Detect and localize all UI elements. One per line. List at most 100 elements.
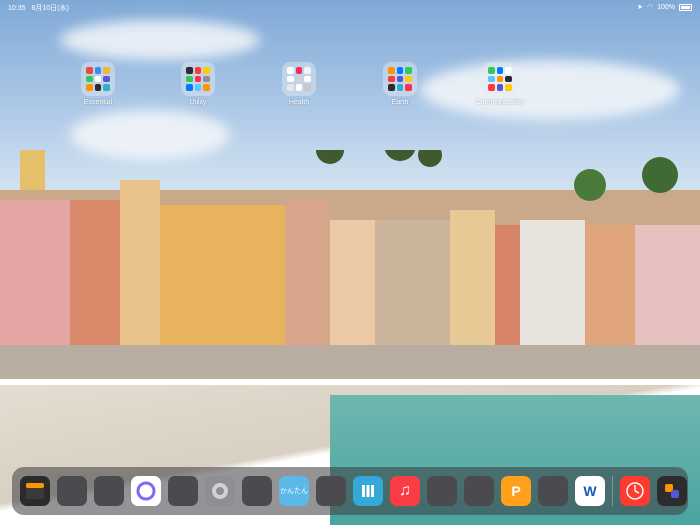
wifi-icon: ◠ <box>646 4 654 11</box>
folder-app-tile <box>396 84 404 91</box>
folder-app-tile <box>496 75 504 83</box>
folder-essential[interactable]: Essential <box>68 62 128 106</box>
folder-app-tile <box>405 75 412 83</box>
books-icon <box>362 485 374 497</box>
calendar-icon <box>26 483 44 499</box>
folder-app-tile <box>94 84 102 91</box>
folder-app-tile <box>103 67 110 74</box>
clock-time: 10:35 <box>8 5 26 12</box>
circle-app[interactable] <box>131 476 161 506</box>
folder-app-tile <box>505 67 512 74</box>
folder-app-tile <box>505 84 512 91</box>
gear-icon <box>212 483 228 499</box>
battery-percent: 100% <box>657 3 675 11</box>
folder-app-tile <box>194 84 202 91</box>
folder-earth[interactable]: Earth <box>370 62 430 106</box>
folder-app-tile <box>203 67 210 74</box>
folder-app-tile <box>86 84 93 91</box>
folder-label: Earth <box>391 99 409 106</box>
folder-app-tile <box>86 75 93 83</box>
folder-label: Essential <box>83 99 113 106</box>
folder-utility[interactable]: Utility <box>168 62 228 106</box>
folder-app-tile <box>405 84 412 91</box>
status-bar: 10:35 6月10日(水) ➤ ◠ 100% <box>0 0 700 14</box>
folder-icon <box>282 62 316 96</box>
folder-app-tile <box>388 84 395 91</box>
promenade <box>0 345 700 379</box>
cloud <box>420 60 680 120</box>
folder-app-tile <box>396 75 404 83</box>
folder-app-tile <box>488 67 495 74</box>
folder-app-tile <box>488 84 495 91</box>
folder-communication[interactable]: Communication <box>470 62 530 106</box>
folder-app-tile <box>194 75 202 83</box>
folder-app-tile <box>287 67 294 74</box>
app-folder-1[interactable] <box>57 476 87 506</box>
folder-app-tile <box>295 84 303 91</box>
location-icon: ➤ <box>637 4 643 11</box>
books-app[interactable] <box>353 476 383 506</box>
folder-app-tile <box>496 67 504 74</box>
folder-icon <box>181 62 215 96</box>
folder-app-tile <box>186 75 193 83</box>
folder-app-tile <box>287 84 294 91</box>
app-folder-4[interactable] <box>242 476 272 506</box>
folder-app-tile <box>194 67 202 74</box>
folder-app-tile <box>295 67 303 74</box>
cloud <box>60 20 260 60</box>
clock-icon <box>626 482 644 500</box>
app-icon-text: かんたん <box>280 488 308 495</box>
folder-app-tile <box>86 67 93 74</box>
app-icon-text: ♫ <box>399 482 411 499</box>
dock: かんたん ♫ P W <box>12 467 688 515</box>
folder-app-tile <box>496 84 504 91</box>
folder-app-tile <box>186 84 193 91</box>
hillside-town <box>0 150 700 350</box>
app-folder-5[interactable] <box>316 476 346 506</box>
folder-app-tile <box>103 75 110 83</box>
folder-app-tile <box>304 84 311 91</box>
app-folder-2[interactable] <box>94 476 124 506</box>
folder-icon <box>483 62 517 96</box>
folder-app-tile <box>488 75 495 83</box>
widget-calendar-app[interactable] <box>20 476 50 506</box>
folder-app-tile <box>304 67 311 74</box>
folder-app-tile <box>94 75 102 83</box>
settings-app[interactable] <box>205 476 235 506</box>
app-folder-8[interactable] <box>538 476 568 506</box>
folder-icon <box>81 62 115 96</box>
p-app[interactable]: P <box>501 476 531 506</box>
date: 6月10日(水) <box>31 5 69 12</box>
folder-label: Utility <box>189 99 207 106</box>
word-app[interactable]: W <box>575 476 605 506</box>
folder-app-tile <box>94 67 102 74</box>
folder-app-tile <box>505 75 512 83</box>
status-left: 10:35 6月10日(水) <box>8 3 69 13</box>
folder-icon <box>383 62 417 96</box>
folder-app-tile <box>287 75 294 83</box>
folder-app-tile <box>295 75 303 83</box>
music-app[interactable]: ♫ <box>390 476 420 506</box>
shortcuts-icon <box>665 484 679 498</box>
kantan-app[interactable]: かんたん <box>279 476 309 506</box>
folder-app-tile <box>186 67 193 74</box>
folder-label: Health <box>288 99 310 106</box>
battery-icon <box>679 3 692 11</box>
shortcuts-app[interactable] <box>657 476 687 506</box>
folder-app-tile <box>103 84 110 91</box>
app-folder-3[interactable] <box>168 476 198 506</box>
folder-app-tile <box>203 75 210 83</box>
app-icon-text: W <box>583 483 597 499</box>
clock-app[interactable] <box>620 476 650 506</box>
folder-app-tile <box>203 84 210 91</box>
folder-app-tile <box>396 67 404 74</box>
app-icon-text: P <box>511 483 521 499</box>
folder-app-tile <box>388 75 395 83</box>
dock-separator <box>612 476 613 506</box>
app-folder-7[interactable] <box>464 476 494 506</box>
folder-health[interactable]: Health <box>269 62 329 106</box>
status-right: ➤ ◠ 100% <box>637 3 692 11</box>
app-folder-6[interactable] <box>427 476 457 506</box>
ring-icon <box>136 481 156 501</box>
folder-app-tile <box>405 67 412 74</box>
